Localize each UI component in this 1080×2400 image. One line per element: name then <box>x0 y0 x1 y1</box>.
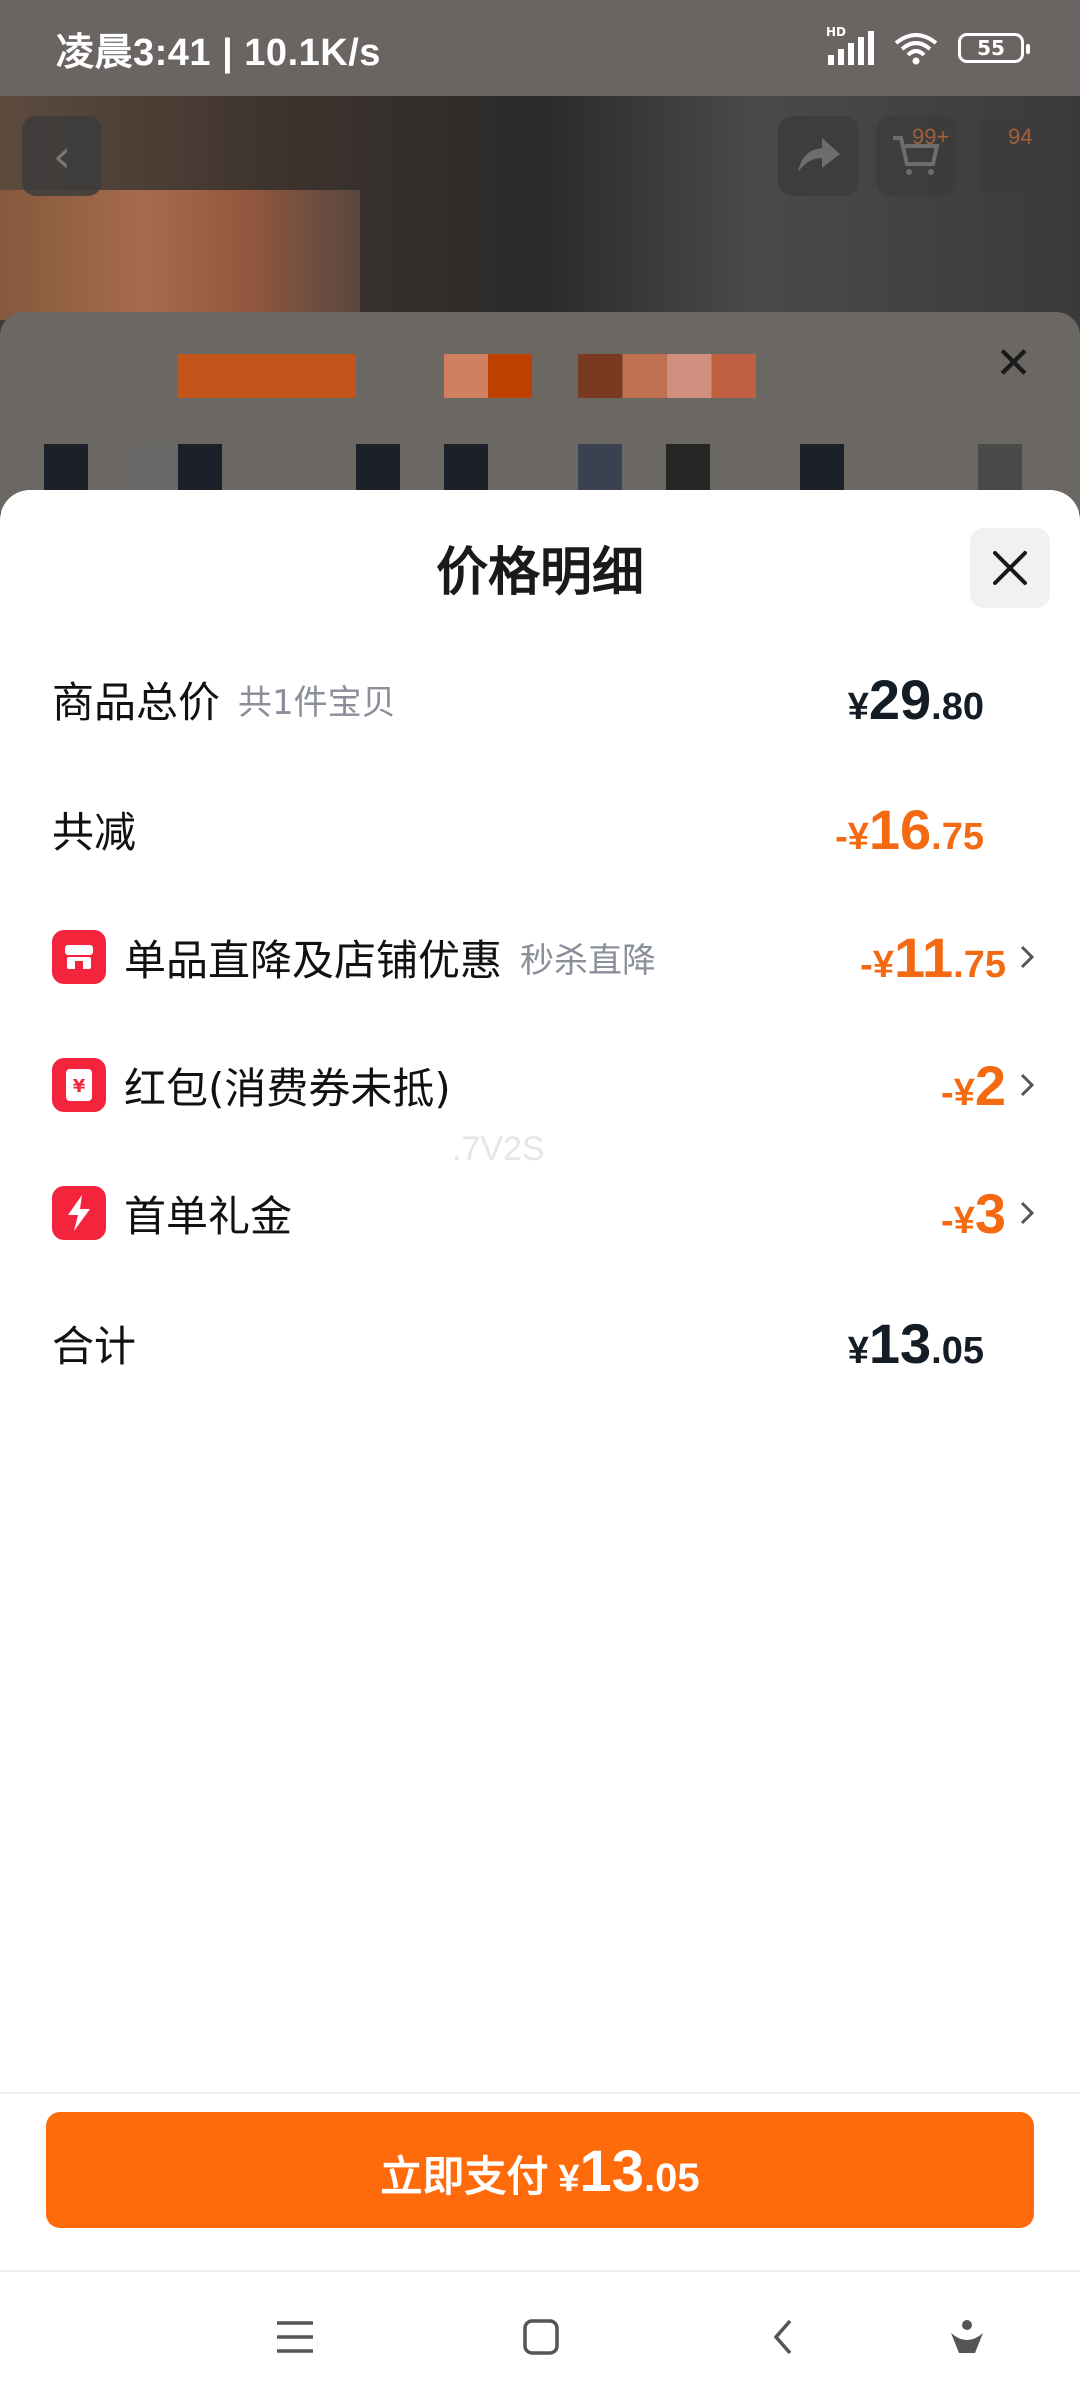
home-icon[interactable] <box>514 2310 568 2364</box>
store-icon <box>52 930 106 984</box>
row-grand-total: 合计 ¥13.05 <box>52 1308 1040 1378</box>
size-chip <box>44 444 88 490</box>
row-sub-label: 秒杀直降 <box>520 940 657 981</box>
battery-level: 55 <box>977 36 1005 60</box>
wifi-icon <box>894 33 938 65</box>
row-store-discount[interactable]: 单品直降及店铺优惠 秒杀直降 - ¥11.75 <box>52 922 1040 992</box>
size-chip <box>178 444 222 490</box>
discount-amount: - ¥2 <box>941 1053 1006 1117</box>
battery-icon: 55 <box>958 33 1030 63</box>
color-swatch <box>578 354 756 398</box>
row-label: 单品直降及店铺优惠 <box>124 935 503 985</box>
row-total-goods-price: 商品总价 共1件宝贝 ¥29.80 <box>52 664 1040 734</box>
row-label: 首单礼金 <box>124 1191 293 1241</box>
divider <box>0 2092 1080 2094</box>
status-time: 凌晨3:41 | 10.1K/s <box>56 31 381 74</box>
size-chip <box>578 444 622 490</box>
size-chip <box>800 444 844 490</box>
sku-sheet-background: ✕ <box>0 312 1080 512</box>
row-red-packet[interactable]: ¥ 红包(消费券未抵) - ¥2 <box>52 1050 1040 1120</box>
size-chip <box>134 444 178 490</box>
row-sub-label: 共1件宝贝 <box>238 682 396 723</box>
discount-amount: - ¥11.75 <box>860 925 1006 989</box>
size-chip <box>356 444 400 490</box>
size-chip <box>444 444 488 490</box>
total-amount: ¥13.05 <box>847 1311 984 1375</box>
lightning-icon <box>52 1186 106 1240</box>
chevron-right-icon <box>1020 1201 1035 1225</box>
close-button[interactable] <box>970 528 1050 608</box>
assistant-icon[interactable] <box>940 2310 994 2364</box>
signal-icon: HD <box>826 25 874 65</box>
cart-badge: 99+ <box>912 124 950 149</box>
close-icon: ✕ <box>995 338 1032 389</box>
row-label: 商品总价 <box>52 677 221 727</box>
chevron-right-icon <box>1020 945 1035 969</box>
sheet-title: 价格明细 <box>435 543 644 603</box>
color-swatch <box>178 354 356 398</box>
pay-now-button[interactable]: 立即支付 ¥13.05 <box>46 2112 1034 2228</box>
pay-button-label: 立即支付 <box>380 2152 549 2201</box>
row-label: 共减 <box>52 807 137 857</box>
product-image-blur <box>0 190 360 320</box>
discount-amount: - ¥16.75 <box>835 797 984 861</box>
discount-amount: - ¥3 <box>941 1181 1006 1245</box>
message-badge: 94 <box>1008 124 1033 149</box>
red-packet-icon: ¥ <box>52 1058 106 1112</box>
status-bar: 凌晨3:41 | 10.1K/s HD 55 <box>0 0 1080 96</box>
chevron-right-icon <box>1020 1073 1035 1097</box>
share-icon <box>778 116 858 196</box>
system-icons: HD 55 <box>826 25 1030 65</box>
row-label: 红包(消费券未抵) <box>124 1063 451 1113</box>
price-amount: ¥29.80 <box>847 667 984 731</box>
row-first-order-gift[interactable]: 首单礼金 - ¥3 <box>52 1178 1040 1248</box>
price-detail-sheet: 价格明细 商品总价 共1件宝贝 ¥29.80 共减 - ¥16.75 单品直降及店… <box>0 490 1080 2270</box>
row-label: 合计 <box>52 1321 137 1371</box>
color-swatch <box>444 354 532 398</box>
menu-icon[interactable] <box>268 2310 322 2364</box>
row-total-discount: 共减 - ¥16.75 <box>52 794 1040 864</box>
back-icon[interactable] <box>756 2310 810 2364</box>
navigation-bar <box>0 2270 1080 2400</box>
back-icon: ‹ <box>22 116 102 196</box>
size-chip <box>978 444 1022 490</box>
watermark-text: .7V2S <box>452 1130 545 1168</box>
svg-text:¥: ¥ <box>73 1076 86 1097</box>
size-chip <box>666 444 710 490</box>
close-icon <box>993 551 1027 585</box>
